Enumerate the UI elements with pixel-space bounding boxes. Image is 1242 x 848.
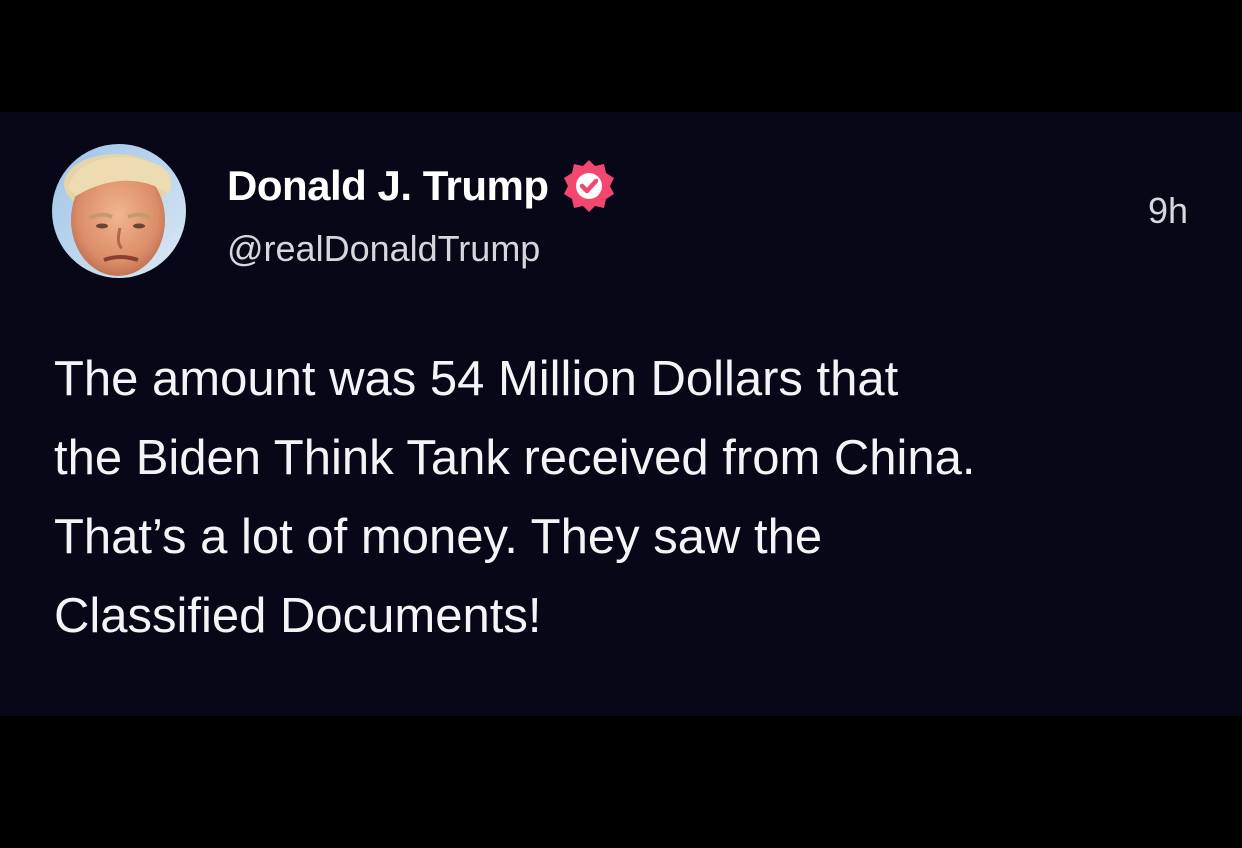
author-display-name[interactable]: Donald J. Trump — [227, 162, 549, 210]
verified-badge-icon — [563, 160, 614, 212]
post-body-line: Classified Documents! — [54, 589, 542, 643]
avatar-photo — [52, 144, 186, 278]
author-handle[interactable]: @realDonaldTrump — [227, 228, 540, 270]
author-name-row: Donald J. Trump — [227, 160, 617, 212]
author-avatar[interactable] — [52, 144, 186, 278]
post-timestamp[interactable]: 9h — [1148, 190, 1188, 232]
post-body-line: The amount was 54 Million Dollars that — [54, 352, 899, 406]
post-body: The amount was 54 Million Dollars that t… — [54, 340, 1214, 656]
post-body-line: the Biden Think Tank received from China… — [54, 431, 976, 485]
post-card[interactable]: Donald J. Trump @realDonaldTrump 9h The … — [0, 112, 1242, 716]
post-body-line: That’s a lot of money. They saw the — [54, 510, 823, 564]
